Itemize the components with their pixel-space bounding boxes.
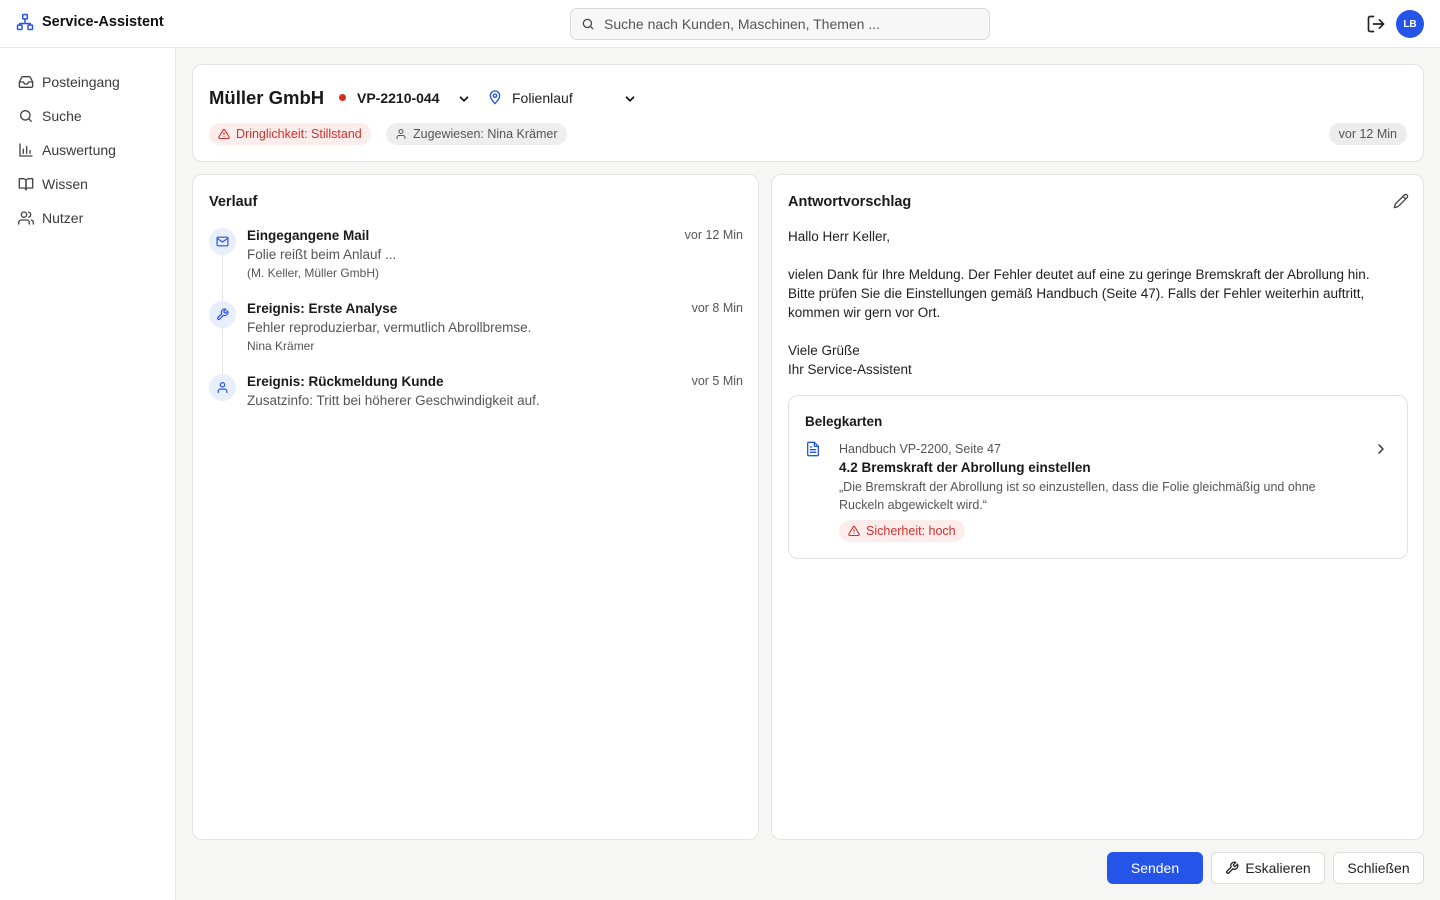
sidebar-item-label: Nutzer — [42, 210, 84, 226]
status-dot — [339, 94, 346, 101]
network-icon — [16, 13, 34, 31]
app-title: Service-Assistent — [42, 14, 164, 30]
ticket-age-badge: vor 12 Min — [1328, 123, 1407, 145]
event-sub: Nina Krämer — [247, 339, 315, 353]
evidence-title: Belegkarten — [805, 414, 883, 429]
event-title: Ereignis: Erste Analyse — [247, 301, 398, 316]
sidebar-item-nutzer[interactable]: Nutzer — [0, 201, 175, 235]
user-icon — [396, 129, 406, 139]
timeline-event[interactable]: Ereignis: Erste Analyse vor 8 Min Fehler… — [209, 301, 743, 357]
chevron-down-icon[interactable] — [623, 92, 637, 106]
history-panel: Verlauf Eingegangene Mail vor 12 Min Fol… — [192, 174, 759, 840]
confidence-badge: Sicherheit: hoch — [839, 520, 965, 542]
event-text: Zusatzinfo: Tritt bei höherer Geschwindi… — [247, 393, 540, 408]
escalate-button[interactable]: Eskalieren — [1211, 852, 1325, 884]
sidebar-item-auswertung[interactable]: Auswertung — [0, 133, 175, 167]
chevron-down-icon[interactable] — [457, 92, 471, 106]
reply-line: kommen wir gern vor Ort. — [788, 305, 941, 320]
sidebar-item-label: Posteingang — [42, 74, 120, 90]
event-icon-wrapper — [209, 374, 236, 401]
warning-icon — [848, 525, 860, 537]
customer-name: Müller GmbH — [209, 87, 325, 108]
logout-icon[interactable] — [1366, 14, 1386, 34]
sidebar-item-wissen[interactable]: Wissen — [0, 167, 175, 201]
evidence-cards: Belegkarten Handbuch VP-2200, Seite 47 4… — [788, 395, 1408, 559]
ticket-header: Müller GmbH VP-2210-044 Folienlauf Dring… — [192, 64, 1424, 162]
user-avatar[interactable]: LB — [1396, 10, 1424, 38]
search-icon — [20, 110, 32, 122]
search-input[interactable] — [604, 16, 984, 32]
wrench-icon — [217, 308, 229, 320]
search-icon — [582, 18, 594, 30]
mail-icon — [216, 236, 229, 247]
event-title: Eingegangene Mail — [247, 228, 370, 243]
users-icon — [18, 211, 34, 225]
event-text: Fehler reproduzierbar, vermutlich Abroll… — [247, 320, 532, 335]
event-text: Folie reißt beim Anlauf ... — [247, 247, 397, 262]
evidence-heading: 4.2 Bremskraft der Abrollung einstellen — [839, 460, 1091, 475]
pencil-icon[interactable] — [1393, 193, 1409, 209]
urgency-badge: Dringlichkeit: Stillstand — [209, 123, 371, 145]
urgency-label: Dringlichkeit: Stillstand — [236, 127, 362, 141]
sidebar-item-label: Auswertung — [42, 142, 116, 158]
event-icon-wrapper — [209, 228, 236, 255]
chevron-right-icon[interactable] — [1373, 441, 1389, 457]
wrench-icon — [1226, 861, 1239, 874]
event-sub: (M. Keller, Müller GmbH) — [247, 266, 380, 280]
event-title: Ereignis: Rückmeldung Kunde — [247, 374, 444, 389]
inbox-icon — [18, 76, 34, 88]
reply-closing: Viele Grüße — [788, 343, 860, 358]
event-time: vor 12 Min — [684, 228, 743, 242]
global-search[interactable] — [570, 8, 990, 40]
event-icon-wrapper — [209, 301, 236, 328]
topic-select[interactable]: Folienlauf — [512, 90, 573, 106]
machine-select[interactable]: VP-2210-044 — [357, 90, 440, 106]
user-icon — [217, 382, 228, 393]
evidence-quote: „Die Bremskraft der Abrollung ist so ein… — [839, 480, 1316, 512]
sidebar: Posteingang Suche Auswertung Wissen Nutz… — [0, 48, 176, 900]
sidebar-item-label: Suche — [42, 108, 82, 124]
send-button[interactable]: Senden — [1107, 852, 1203, 884]
timeline-event[interactable]: Eingegangene Mail vor 12 Min Folie reißt… — [209, 228, 743, 284]
book-icon — [18, 178, 34, 191]
reply-title: Antwortvorschlag — [788, 194, 912, 210]
location-pin-icon — [489, 90, 501, 105]
reply-body[interactable]: Hallo Herr Keller, vielen Dank für Ihre … — [788, 227, 1408, 379]
event-time: vor 5 Min — [691, 374, 743, 388]
reply-signature: Ihr Service-Assistent — [788, 362, 912, 377]
document-icon — [807, 441, 819, 457]
bar-chart-icon — [19, 143, 33, 157]
confidence-label: Sicherheit: hoch — [866, 524, 956, 538]
app-brand[interactable]: Service-Assistent — [16, 13, 164, 31]
history-title: Verlauf — [209, 194, 258, 210]
sidebar-item-label: Wissen — [42, 176, 88, 192]
sidebar-item-posteingang[interactable]: Posteingang — [0, 65, 175, 99]
event-time: vor 8 Min — [691, 301, 743, 315]
assignee-label: Zugewiesen: Nina Krämer — [413, 127, 558, 141]
sidebar-item-suche[interactable]: Suche — [0, 99, 175, 133]
reply-line: Bitte prüfen Sie die Einstellungen gemäß… — [788, 286, 1365, 301]
warning-icon — [218, 128, 230, 140]
evidence-source: Handbuch VP-2200, Seite 47 — [839, 442, 1001, 456]
top-bar: Service-Assistent LB — [0, 0, 1440, 48]
assignee-badge[interactable]: Zugewiesen: Nina Krämer — [386, 123, 567, 145]
escalate-label: Eskalieren — [1245, 860, 1311, 876]
timeline-event[interactable]: Ereignis: Rückmeldung Kunde vor 5 Min Zu… — [209, 374, 743, 414]
reply-panel: Antwortvorschlag Hallo Herr Keller, viel… — [771, 174, 1424, 840]
reply-line: vielen Dank für Ihre Meldung. Der Fehler… — [788, 267, 1370, 282]
reply-greeting: Hallo Herr Keller, — [788, 229, 891, 244]
close-button[interactable]: Schließen — [1333, 852, 1424, 884]
